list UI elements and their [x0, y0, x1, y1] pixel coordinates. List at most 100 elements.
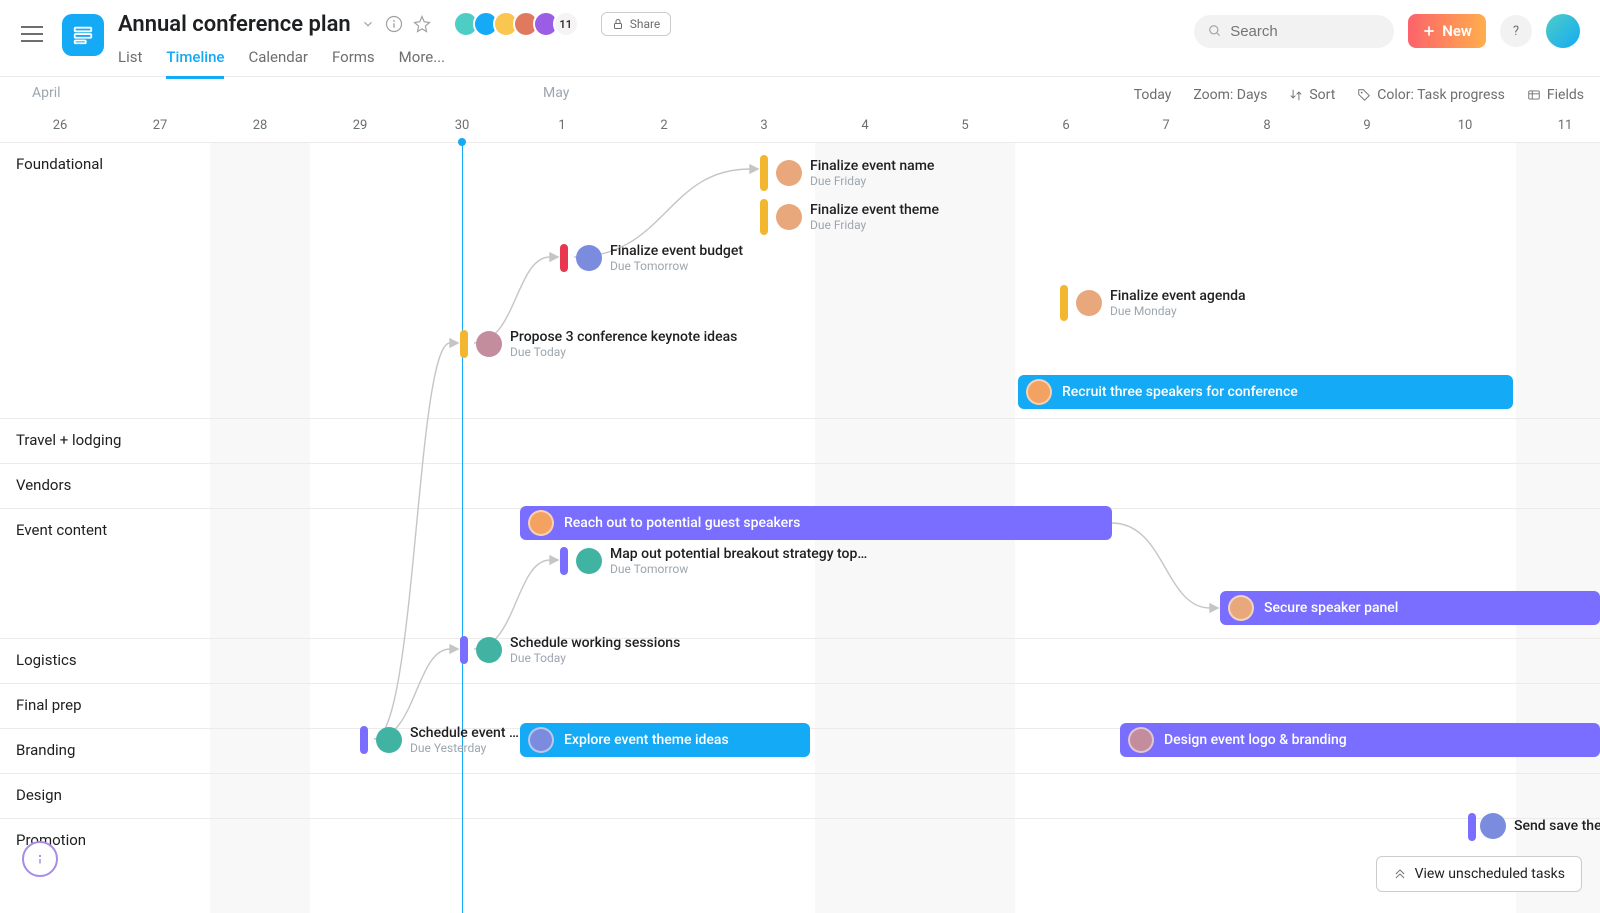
new-button[interactable]: New — [1408, 14, 1486, 48]
section-label[interactable]: Event content — [16, 521, 107, 539]
task-bar[interactable]: Design event logo & branding — [1120, 723, 1600, 757]
date-cell: 4 — [861, 118, 868, 133]
assignee-avatar[interactable] — [1026, 379, 1052, 405]
task-due: Due Monday — [1110, 304, 1246, 318]
section-label[interactable]: Vendors — [16, 476, 71, 494]
avatar-stack[interactable]: 11 — [459, 11, 579, 37]
tab-forms[interactable]: Forms — [332, 48, 375, 79]
view-unscheduled-button[interactable]: View unscheduled tasks — [1376, 856, 1582, 892]
task-bar[interactable]: Recruit three speakers for conference — [1018, 375, 1513, 409]
search-box[interactable] — [1194, 15, 1394, 48]
info-icon[interactable] — [385, 15, 403, 33]
task-due: Due Friday — [810, 174, 934, 188]
assignee-avatar[interactable] — [476, 331, 502, 357]
tag-icon — [1357, 88, 1371, 102]
assignee-avatar[interactable] — [376, 727, 402, 753]
date-cell: 28 — [253, 118, 268, 133]
section-row[interactable]: Vendors — [0, 463, 1600, 508]
assignee-avatar[interactable] — [776, 204, 802, 230]
task[interactable]: Send save the da — [1480, 813, 1600, 839]
help-button[interactable]: ? — [1500, 15, 1532, 47]
section-row[interactable]: Logistics — [0, 638, 1600, 683]
section-label[interactable]: Design — [16, 786, 62, 804]
assignee-avatar[interactable] — [1480, 813, 1506, 839]
color-button[interactable]: Color: Task progress — [1357, 87, 1505, 103]
section-row[interactable]: Promotion — [0, 818, 1600, 863]
section-label[interactable]: Branding — [16, 741, 75, 759]
search-input[interactable] — [1230, 23, 1380, 40]
task[interactable]: Finalize event theme Due Friday — [760, 199, 939, 235]
task[interactable]: Finalize event budget Due Tomorrow — [560, 243, 743, 273]
task[interactable]: Finalize event agenda Due Monday — [1060, 285, 1246, 321]
section-row[interactable]: Final prep — [0, 683, 1600, 728]
section-label[interactable]: Logistics — [16, 651, 77, 669]
task-due: Due Today — [510, 651, 680, 665]
project-icon[interactable] — [62, 14, 104, 56]
today-button[interactable]: Today — [1134, 87, 1172, 103]
tab-list[interactable]: List — [118, 48, 142, 79]
task[interactable]: Map out potential breakout strategy top…… — [560, 546, 867, 576]
project-meta: Annual conference plan 11 Share List Time… — [118, 10, 1194, 79]
section-label[interactable]: Final prep — [16, 696, 82, 714]
assignee-avatar[interactable] — [576, 245, 602, 271]
share-button[interactable]: Share — [601, 12, 672, 36]
task-title: Secure speaker panel — [1264, 600, 1398, 616]
task[interactable]: Schedule working sessions Due Today — [460, 635, 680, 665]
task-title: Reach out to potential guest speakers — [564, 515, 800, 531]
chevron-down-icon[interactable] — [361, 17, 375, 31]
assignee-avatar[interactable] — [1228, 595, 1254, 621]
timeline-body[interactable]: Foundational Travel + lodging Vendors Event… — [0, 143, 1600, 913]
task-status-pill — [460, 636, 468, 664]
task-title: Recruit three speakers for conference — [1062, 384, 1298, 400]
date-cell: 7 — [1162, 118, 1169, 133]
tab-timeline[interactable]: Timeline — [166, 48, 224, 79]
task-status-pill — [560, 244, 568, 272]
task-status-pill — [1468, 813, 1476, 841]
task-bar[interactable]: Reach out to potential guest speakers — [520, 506, 1112, 540]
date-cell: 10 — [1458, 118, 1473, 133]
assignee-avatar[interactable] — [1076, 290, 1102, 316]
task-title: Finalize event budget — [610, 243, 743, 259]
star-icon[interactable] — [413, 15, 431, 33]
info-floating-icon[interactable] — [22, 841, 58, 877]
sort-button[interactable]: Sort — [1289, 87, 1335, 103]
assignee-avatar[interactable] — [476, 637, 502, 663]
date-cell: 27 — [153, 118, 168, 133]
today-indicator-dot — [458, 138, 466, 146]
assignee-avatar[interactable] — [528, 510, 554, 536]
task-status-pill — [460, 330, 468, 358]
task-title: Map out potential breakout strategy top… — [610, 546, 867, 562]
plus-icon — [1422, 24, 1436, 38]
task[interactable]: Propose 3 conference keynote ideas Due T… — [460, 329, 737, 359]
zoom-button[interactable]: Zoom: Days — [1193, 87, 1267, 103]
tab-more[interactable]: More... — [399, 48, 445, 79]
section-label[interactable]: Foundational — [16, 155, 103, 173]
avatar-overflow-count[interactable]: 11 — [553, 11, 579, 37]
date-cell: 8 — [1263, 118, 1270, 133]
task-title: Schedule event … — [410, 725, 519, 741]
section-row[interactable]: Travel + lodging — [0, 418, 1600, 463]
section-label[interactable]: Travel + lodging — [16, 431, 121, 449]
share-label: Share — [630, 17, 661, 31]
user-avatar[interactable] — [1546, 14, 1580, 48]
task-due: Due Tomorrow — [610, 259, 743, 273]
date-cell: 9 — [1363, 118, 1370, 133]
tab-calendar[interactable]: Calendar — [248, 48, 308, 79]
fields-button[interactable]: Fields — [1527, 87, 1584, 103]
assignee-avatar[interactable] — [776, 160, 802, 186]
task[interactable]: Schedule event … Due Yesterday — [360, 725, 519, 755]
task-bar[interactable]: Explore event theme ideas — [520, 723, 810, 757]
task-due: Due Yesterday — [410, 741, 519, 755]
fields-icon — [1527, 88, 1541, 102]
assignee-avatar[interactable] — [576, 548, 602, 574]
assignee-avatar[interactable] — [1128, 727, 1154, 753]
task-bar[interactable]: Secure speaker panel — [1220, 591, 1600, 625]
section-row[interactable]: Design — [0, 773, 1600, 818]
task[interactable]: Finalize event name Due Friday — [760, 155, 934, 191]
project-title[interactable]: Annual conference plan — [118, 12, 351, 37]
task-status-pill — [360, 726, 368, 754]
today-line — [462, 143, 463, 913]
task-title: Explore event theme ideas — [564, 732, 729, 748]
hamburger-menu-icon[interactable] — [14, 16, 50, 52]
assignee-avatar[interactable] — [528, 727, 554, 753]
